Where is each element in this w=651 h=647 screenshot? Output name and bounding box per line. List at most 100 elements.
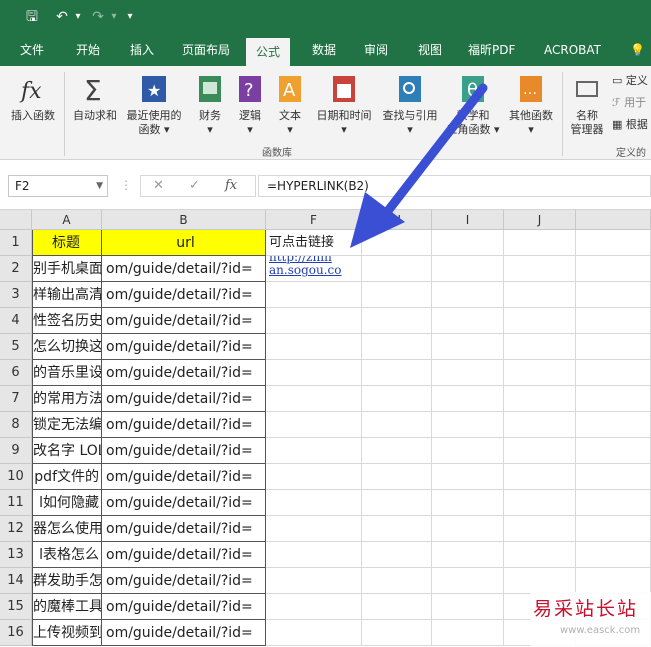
insert-function-icon[interactable]: fx	[225, 178, 237, 193]
row-header[interactable]: 7	[0, 386, 32, 412]
cell-b[interactable]: om/guide/detail/?id=	[102, 386, 266, 412]
cell-h[interactable]	[362, 490, 432, 516]
row-header[interactable]: 4	[0, 308, 32, 334]
tab-home[interactable]: 开始	[70, 40, 106, 60]
financial-button[interactable]: 财务 ▾	[190, 72, 230, 137]
cell-a[interactable]: l如何隐藏	[32, 490, 102, 516]
cell-f[interactable]	[266, 360, 362, 386]
cell-k[interactable]	[576, 412, 651, 438]
cell-h[interactable]	[362, 620, 432, 646]
math-trig-button[interactable]: θ 数学和 三角函数 ▾	[444, 72, 502, 137]
hyperlink-cell[interactable]: http://zhin an.sogou.co	[266, 256, 362, 282]
cell-b[interactable]: om/guide/detail/?id=	[102, 360, 266, 386]
column-header-j[interactable]: J	[504, 210, 576, 230]
cell-h[interactable]	[362, 542, 432, 568]
cell-h[interactable]	[362, 256, 432, 282]
undo-icon[interactable]: ↶	[52, 7, 72, 27]
redo-icon[interactable]: ↷	[88, 7, 108, 27]
column-header-a[interactable]: A	[32, 210, 102, 230]
cell-h[interactable]	[362, 464, 432, 490]
logical-button[interactable]: ? 逻辑 ▾	[232, 72, 268, 137]
cell-j[interactable]	[504, 334, 576, 360]
row-header[interactable]: 9	[0, 438, 32, 464]
cell-b[interactable]: om/guide/detail/?id=	[102, 256, 266, 282]
cell-b[interactable]: om/guide/detail/?id=	[102, 542, 266, 568]
cell-a[interactable]: 怎么切换这	[32, 334, 102, 360]
cell-j[interactable]	[504, 464, 576, 490]
column-header-k[interactable]	[576, 210, 651, 230]
cell-i[interactable]	[432, 360, 504, 386]
cell-i[interactable]	[432, 230, 504, 256]
row-header[interactable]: 15	[0, 594, 32, 620]
cell-k[interactable]	[576, 542, 651, 568]
cell-b[interactable]: om/guide/detail/?id=	[102, 620, 266, 646]
tab-acrobat[interactable]: ACROBAT	[538, 40, 607, 60]
cell-j[interactable]	[504, 490, 576, 516]
cell-k[interactable]	[576, 464, 651, 490]
cell-f[interactable]	[266, 282, 362, 308]
cell-k[interactable]	[576, 230, 651, 256]
cell-i[interactable]	[432, 282, 504, 308]
tab-page-layout[interactable]: 页面布局	[176, 40, 236, 60]
create-from-selection-button[interactable]: ▦ 根据	[612, 118, 648, 132]
cell-f[interactable]	[266, 386, 362, 412]
cell-b[interactable]: om/guide/detail/?id=	[102, 464, 266, 490]
cell-k[interactable]	[576, 516, 651, 542]
cell-i[interactable]	[432, 516, 504, 542]
cell-j[interactable]	[504, 360, 576, 386]
autosum-button[interactable]: Σ 自动求和	[68, 72, 122, 123]
lookup-button[interactable]: 查找与引用 ▾	[378, 72, 442, 137]
row-header[interactable]: 8	[0, 412, 32, 438]
cell-i[interactable]	[432, 412, 504, 438]
cell-h[interactable]	[362, 230, 432, 256]
cell-i[interactable]	[432, 594, 504, 620]
insert-function-button[interactable]: fx 插入函数	[6, 72, 60, 123]
cell-a[interactable]: 标题	[32, 230, 102, 256]
cell-f[interactable]	[266, 334, 362, 360]
cell-i[interactable]	[432, 542, 504, 568]
cell-f[interactable]: 可点击链接	[266, 230, 362, 256]
cell-h[interactable]	[362, 412, 432, 438]
cell-b[interactable]: om/guide/detail/?id=	[102, 516, 266, 542]
cell-h[interactable]	[362, 516, 432, 542]
cell-a[interactable]: 样输出高清	[32, 282, 102, 308]
cell-h[interactable]	[362, 360, 432, 386]
row-header[interactable]: 1	[0, 230, 32, 256]
lightbulb-icon[interactable]: 💡	[624, 40, 651, 60]
cell-a[interactable]: 别手机桌面	[32, 256, 102, 282]
cell-b[interactable]: om/guide/detail/?id=	[102, 438, 266, 464]
cell-i[interactable]	[432, 568, 504, 594]
cell-i[interactable]	[432, 438, 504, 464]
use-in-formula-button[interactable]: ℱ 用于	[612, 96, 646, 110]
cell-b[interactable]: om/guide/detail/?id=	[102, 568, 266, 594]
cell-a[interactable]: 改名字 LOL	[32, 438, 102, 464]
cell-h[interactable]	[362, 438, 432, 464]
cell-f[interactable]	[266, 620, 362, 646]
cell-a[interactable]: l表格怎么	[32, 542, 102, 568]
cell-j[interactable]	[504, 256, 576, 282]
cell-i[interactable]	[432, 464, 504, 490]
row-header[interactable]: 14	[0, 568, 32, 594]
row-header[interactable]: 3	[0, 282, 32, 308]
cell-h[interactable]	[362, 334, 432, 360]
cell-k[interactable]	[576, 386, 651, 412]
cell-j[interactable]	[504, 230, 576, 256]
redo-dropdown-icon[interactable]: ▾	[108, 7, 120, 27]
save-icon[interactable]: 🖫	[22, 7, 42, 27]
cell-b[interactable]: om/guide/detail/?id=	[102, 334, 266, 360]
cell-f[interactable]	[266, 568, 362, 594]
cell-a[interactable]: pdf文件的	[32, 464, 102, 490]
cell-f[interactable]	[266, 464, 362, 490]
cell-f[interactable]	[266, 594, 362, 620]
row-header[interactable]: 5	[0, 334, 32, 360]
cell-j[interactable]	[504, 438, 576, 464]
column-header-b[interactable]: B	[102, 210, 266, 230]
cancel-icon[interactable]: ✕	[153, 178, 164, 193]
cell-f[interactable]	[266, 308, 362, 334]
cell-a[interactable]: 的魔棒工具	[32, 594, 102, 620]
cell-k[interactable]	[576, 438, 651, 464]
tab-review[interactable]: 审阅	[358, 40, 394, 60]
cell-a[interactable]: 锁定无法编	[32, 412, 102, 438]
cell-a[interactable]: 上传视频到	[32, 620, 102, 646]
more-functions-button[interactable]: … 其他函数 ▾	[504, 72, 558, 137]
